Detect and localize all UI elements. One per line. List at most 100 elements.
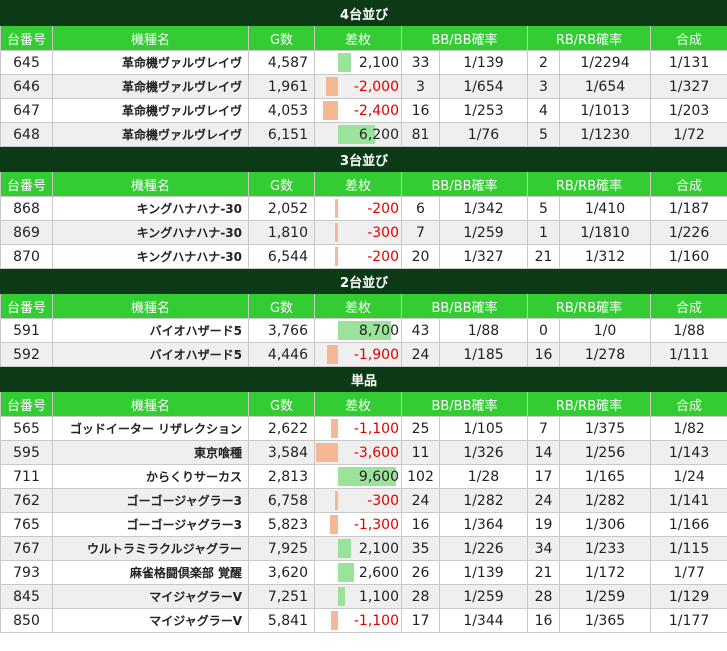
rb-count: 3 bbox=[527, 74, 560, 99]
combined-probability: 1/115 bbox=[649, 536, 727, 561]
machine-name: マイジャグラーV bbox=[52, 608, 249, 633]
group-title: 2台並び bbox=[0, 268, 727, 294]
rb-probability: 1/165 bbox=[559, 464, 651, 489]
difference-bar-negative bbox=[326, 77, 338, 96]
rb-probability: 1/2294 bbox=[559, 50, 651, 75]
bb-probability: 1/139 bbox=[439, 50, 528, 75]
rb-count: 0 bbox=[527, 318, 560, 343]
machine-name: バイオハザード5 bbox=[52, 318, 249, 343]
rb-probability: 1/0 bbox=[559, 318, 651, 343]
bb-probability: 1/364 bbox=[439, 512, 528, 537]
rb-probability: 1/1230 bbox=[559, 122, 651, 147]
header-total: 合成 bbox=[649, 391, 727, 417]
game-count: 1,961 bbox=[248, 74, 315, 99]
header-difference: 差枚 bbox=[314, 391, 402, 417]
machine-no: 765 bbox=[0, 512, 53, 537]
header-rb: RB/RB確率 bbox=[527, 171, 651, 197]
machine-name: 革命機ヴァルヴレイヴ bbox=[52, 98, 249, 123]
game-count: 5,841 bbox=[248, 608, 315, 633]
bb-probability: 1/76 bbox=[439, 122, 528, 147]
table-row: 592 バイオハザード5 4,446 -1,900 24 1/185 16 1/278 1/11… bbox=[0, 342, 727, 367]
combined-probability: 1/177 bbox=[649, 608, 727, 633]
bb-probability: 1/185 bbox=[439, 342, 528, 367]
bb-probability: 1/139 bbox=[439, 560, 528, 585]
bb-count: 26 bbox=[401, 560, 440, 585]
bb-count: 16 bbox=[401, 98, 440, 123]
difference-value: -1,100 bbox=[353, 612, 399, 629]
combined-probability: 1/24 bbox=[649, 464, 727, 489]
column-header-row: 台番号 機種名 G数 差枚 BB/BB確率 RB/RB確率 合成 bbox=[0, 293, 727, 319]
difference-cell: -3,600 bbox=[314, 440, 402, 465]
difference-cell: -300 bbox=[314, 488, 402, 513]
rb-count: 1 bbox=[527, 220, 560, 245]
header-games: G数 bbox=[248, 391, 315, 417]
machine-no: 595 bbox=[0, 440, 53, 465]
rb-count: 24 bbox=[527, 488, 560, 513]
header-games: G数 bbox=[248, 25, 315, 51]
header-total: 合成 bbox=[649, 25, 727, 51]
difference-bar-negative bbox=[335, 223, 338, 242]
difference-cell: -1,900 bbox=[314, 342, 402, 367]
bb-probability: 1/28 bbox=[439, 464, 528, 489]
difference-value: -300 bbox=[367, 224, 399, 241]
machine-no: 648 bbox=[0, 122, 53, 147]
machine-no: 762 bbox=[0, 488, 53, 513]
rb-count: 5 bbox=[527, 196, 560, 221]
difference-cell: -1,100 bbox=[314, 416, 402, 441]
rb-probability: 1/278 bbox=[559, 342, 651, 367]
rb-count: 21 bbox=[527, 244, 560, 269]
rb-count: 19 bbox=[527, 512, 560, 537]
rb-count: 28 bbox=[527, 584, 560, 609]
machine-name: 革命機ヴァルヴレイヴ bbox=[52, 74, 249, 99]
bb-count: 43 bbox=[401, 318, 440, 343]
machine-no: 647 bbox=[0, 98, 53, 123]
machine-no: 793 bbox=[0, 560, 53, 585]
difference-value: -200 bbox=[367, 248, 399, 265]
machine-no: 850 bbox=[0, 608, 53, 633]
header-bb: BB/BB確率 bbox=[401, 391, 528, 417]
game-count: 7,251 bbox=[248, 584, 315, 609]
difference-value: 6,200 bbox=[358, 126, 399, 143]
table-row: 767 ウルトラミラクルジャグラー 7,925 2,100 35 1/226 34 1/233… bbox=[0, 536, 727, 561]
bb-count: 102 bbox=[401, 464, 440, 489]
game-count: 4,053 bbox=[248, 98, 315, 123]
rb-count: 17 bbox=[527, 464, 560, 489]
bb-count: 16 bbox=[401, 512, 440, 537]
machine-no: 565 bbox=[0, 416, 53, 441]
header-machine-no: 台番号 bbox=[0, 293, 53, 319]
table-row: 595 東京喰種 3,584 -3,600 11 1/326 14 1/256 1/143 bbox=[0, 440, 727, 465]
header-rb: RB/RB確率 bbox=[527, 293, 651, 319]
difference-value: 2,600 bbox=[358, 564, 399, 581]
rb-probability: 1/312 bbox=[559, 244, 651, 269]
combined-probability: 1/88 bbox=[649, 318, 727, 343]
machine-no: 646 bbox=[0, 74, 53, 99]
machine-name: バイオハザード5 bbox=[52, 342, 249, 367]
table-row: 711 からくりサーカス 2,813 9,600 102 1/28 17 1/165 1/24 bbox=[0, 464, 727, 489]
difference-value: -1,300 bbox=[353, 516, 399, 533]
bb-count: 11 bbox=[401, 440, 440, 465]
combined-probability: 1/111 bbox=[649, 342, 727, 367]
difference-cell: 6,200 bbox=[314, 122, 402, 147]
machine-name: 革命機ヴァルヴレイヴ bbox=[52, 50, 249, 75]
machine-no: 767 bbox=[0, 536, 53, 561]
column-header-row: 台番号 機種名 G数 差枚 BB/BB確率 RB/RB確率 合成 bbox=[0, 25, 727, 51]
combined-probability: 1/160 bbox=[649, 244, 727, 269]
rb-count: 34 bbox=[527, 536, 560, 561]
header-machine-name: 機種名 bbox=[52, 171, 249, 197]
header-difference: 差枚 bbox=[314, 171, 402, 197]
machine-name: からくりサーカス bbox=[52, 464, 249, 489]
machine-name: キングハナハナ-30 bbox=[52, 220, 249, 245]
difference-value: -200 bbox=[367, 200, 399, 217]
difference-bar-positive bbox=[338, 53, 351, 72]
combined-probability: 1/143 bbox=[649, 440, 727, 465]
machine-name: ゴーゴージャグラー3 bbox=[52, 512, 249, 537]
difference-bar-positive bbox=[338, 563, 354, 582]
game-count: 6,544 bbox=[248, 244, 315, 269]
machine-no: 711 bbox=[0, 464, 53, 489]
header-difference: 差枚 bbox=[314, 25, 402, 51]
header-total: 合成 bbox=[649, 171, 727, 197]
bb-count: 20 bbox=[401, 244, 440, 269]
machine-name: ウルトラミラクルジャグラー bbox=[52, 536, 249, 561]
header-total: 合成 bbox=[649, 293, 727, 319]
combined-probability: 1/141 bbox=[649, 488, 727, 513]
